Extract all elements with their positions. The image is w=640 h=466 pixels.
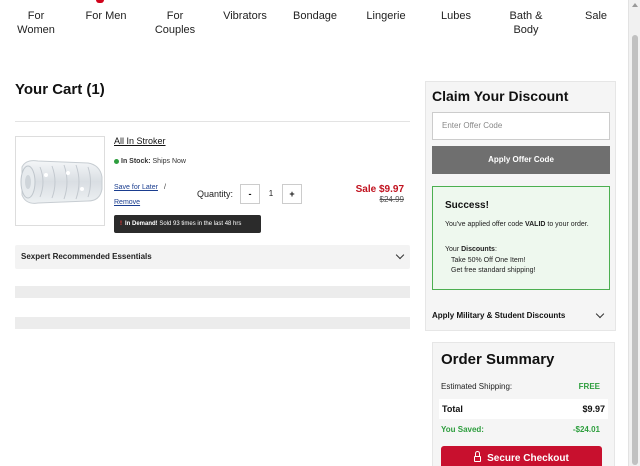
- quantity-decrease-button[interactable]: -: [240, 184, 260, 204]
- discounts-heading-bold: Discounts: [461, 246, 495, 253]
- stock-status-label: In Stock:: [121, 158, 151, 165]
- discounts-heading: Your Discounts:: [445, 245, 605, 256]
- top-nav: For Women For Men For Couples Vibrators …: [0, 0, 628, 44]
- success-message: You've applied offer code VALID to your …: [445, 219, 605, 230]
- original-price: $24.99: [379, 195, 404, 204]
- loading-placeholder: [15, 286, 410, 298]
- apply-offer-code-button[interactable]: Apply Offer Code: [432, 146, 610, 174]
- nav-item-lingerie[interactable]: Lingerie: [364, 9, 408, 23]
- save-for-later-link[interactable]: Save for Later: [114, 184, 158, 191]
- discount-item: Get free standard shipping!: [451, 267, 536, 274]
- nav-item-bondage[interactable]: Bondage: [293, 9, 337, 23]
- scroll-up-arrow-icon[interactable]: [632, 3, 638, 7]
- chevron-down-icon: [595, 309, 605, 319]
- nav-item-vibrators[interactable]: Vibrators: [222, 9, 268, 23]
- link-separator: /: [164, 184, 166, 191]
- total-row: Total $9.97: [439, 399, 608, 419]
- discounts-heading-colon: :: [494, 246, 497, 253]
- scroll-thumb[interactable]: [632, 35, 638, 465]
- discount-list: Your Discounts: Take 50% Off One Item! G…: [445, 245, 605, 277]
- quantity-stepper: - 1 +: [240, 184, 302, 204]
- discounts-heading-pre: Your: [445, 246, 462, 253]
- quantity-label: Quantity:: [197, 189, 234, 199]
- secure-checkout-label: Secure Checkout: [487, 453, 569, 464]
- secure-checkout-button[interactable]: Secure Checkout: [441, 446, 602, 466]
- chevron-down-icon: [395, 250, 405, 260]
- page-scrollbar[interactable]: [628, 0, 640, 466]
- saved-value: -$24.01: [572, 425, 600, 434]
- nav-accent-mark: [96, 0, 104, 3]
- offer-code-value: VALID: [524, 221, 546, 228]
- stock-status: In Stock: Ships Now: [114, 158, 186, 165]
- success-message-post: to your order.: [545, 221, 589, 228]
- recommended-essentials-label: Sexpert Recommended Essentials: [21, 252, 152, 261]
- nav-item-bath-body[interactable]: Bath & Body: [506, 9, 546, 37]
- sale-price: Sale $9.97: [355, 184, 404, 195]
- nav-item-for-women[interactable]: For Women: [8, 9, 64, 37]
- military-student-discount-toggle[interactable]: Apply Military & Student Discounts: [432, 309, 610, 323]
- in-demand-text: Sold 93 times in the last 48 hrs: [159, 221, 242, 227]
- alert-icon: !: [120, 221, 122, 227]
- discount-panel: Claim Your Discount Enter Offer Code App…: [425, 81, 616, 331]
- product-stroker-image: [20, 160, 103, 204]
- order-summary-title: Order Summary: [441, 351, 555, 368]
- discount-title: Claim Your Discount: [432, 88, 569, 104]
- stock-status-detail: Ships Now: [152, 158, 186, 165]
- total-value: $9.97: [582, 404, 605, 414]
- lock-icon: [474, 451, 482, 462]
- loading-placeholder: [15, 317, 410, 329]
- total-label: Total: [442, 404, 463, 414]
- recommended-essentials-accordion[interactable]: Sexpert Recommended Essentials: [15, 245, 410, 269]
- quantity-increase-button[interactable]: +: [282, 184, 302, 204]
- nav-item-for-men[interactable]: For Men: [84, 9, 128, 23]
- stock-dot-icon: [114, 158, 119, 164]
- military-student-discount-label: Apply Military & Student Discounts: [432, 311, 566, 320]
- discount-success-box: Success! You've applied offer code VALID…: [432, 186, 610, 290]
- product-image[interactable]: [15, 136, 105, 226]
- remove-link[interactable]: Remove: [114, 199, 140, 206]
- order-summary-panel: Order Summary Estimated Shipping: FREE T…: [432, 342, 615, 466]
- shipping-label: Estimated Shipping:: [441, 382, 513, 391]
- saved-label: You Saved:: [441, 425, 484, 434]
- shipping-value: FREE: [578, 382, 600, 391]
- product-name-link[interactable]: All In Stroker: [114, 136, 166, 146]
- success-message-pre: You've applied offer code: [445, 221, 525, 228]
- cart-title: Your Cart (1): [15, 81, 105, 98]
- in-demand-label: In Demand!: [125, 221, 158, 227]
- nav-item-for-couples[interactable]: For Couples: [146, 9, 204, 37]
- success-title: Success!: [445, 200, 489, 211]
- cart-divider: [15, 121, 410, 122]
- in-demand-badge: ! In Demand! Sold 93 times in the last 48…: [114, 215, 261, 233]
- nav-item-sale[interactable]: Sale: [583, 9, 609, 23]
- discount-item: Take 50% Off One Item!: [451, 256, 526, 264]
- quantity-value[interactable]: 1: [261, 184, 281, 204]
- nav-item-lubes[interactable]: Lubes: [438, 9, 474, 23]
- offer-code-input[interactable]: Enter Offer Code: [432, 112, 610, 140]
